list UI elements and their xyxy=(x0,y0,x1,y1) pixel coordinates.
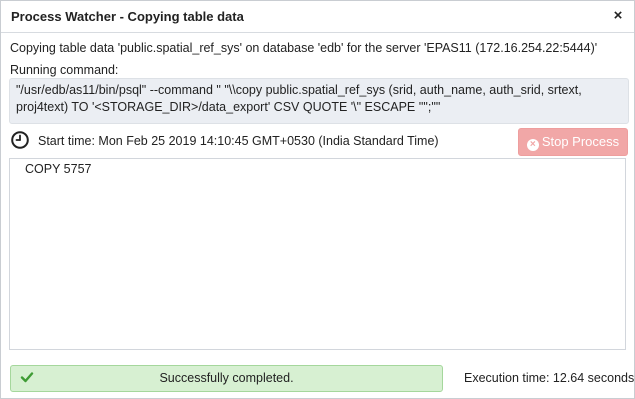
success-status-bar: Successfully completed. xyxy=(10,365,443,392)
process-watcher-dialog: Process Watcher - Copying table data × C… xyxy=(0,0,635,399)
command-box: "/usr/edb/as11/bin/psql" --command " "\\… xyxy=(9,78,629,124)
status-message: Successfully completed. xyxy=(159,371,294,385)
process-output-text: COPY 5757 xyxy=(25,162,92,176)
times-circle-icon: × xyxy=(526,139,539,151)
dialog-titlebar: Process Watcher - Copying table data × xyxy=(1,1,634,33)
copy-description: Copying table data 'public.spatial_ref_s… xyxy=(10,41,598,55)
command-text-line-2: proj4text) TO '<STORAGE_DIR>/data_export… xyxy=(16,100,441,114)
process-output-panel[interactable]: COPY 5757 xyxy=(9,158,626,350)
close-icon[interactable]: × xyxy=(610,8,626,24)
stop-process-label: Stop Process xyxy=(541,134,620,149)
execution-time: Execution time: 12.64 seconds xyxy=(464,371,635,385)
clock-icon xyxy=(11,131,29,149)
start-time: Start time: Mon Feb 25 2019 14:10:45 GMT… xyxy=(38,134,439,148)
running-command-label: Running command: xyxy=(10,63,119,77)
dialog-title: Process Watcher - Copying table data xyxy=(11,9,244,24)
command-text-line-1: "/usr/edb/as11/bin/psql" --command " "\\… xyxy=(16,83,582,97)
stop-process-button[interactable]: × Stop Process xyxy=(518,128,628,156)
